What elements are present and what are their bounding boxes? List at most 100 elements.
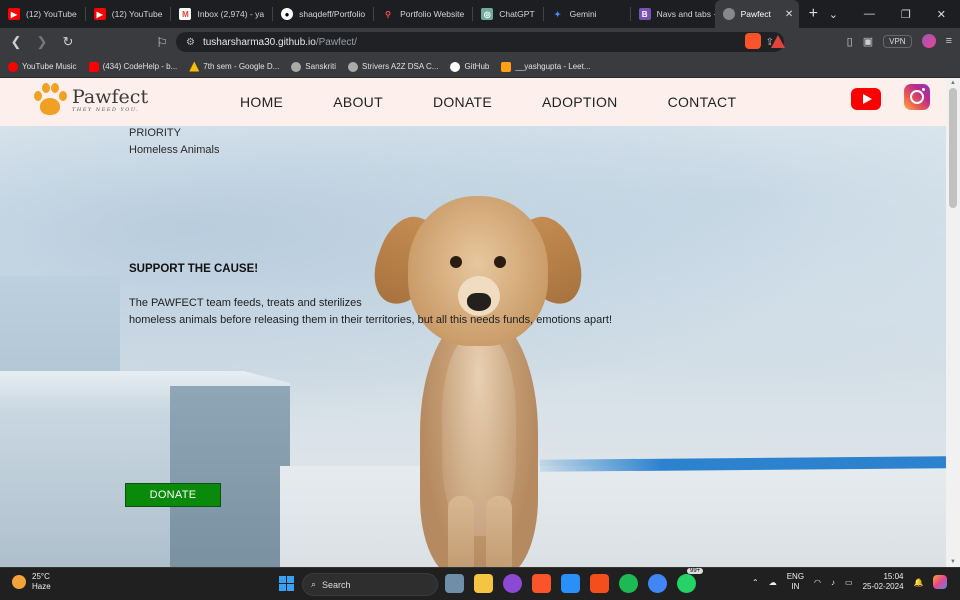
brave-shields-icon[interactable] (745, 33, 761, 49)
clock[interactable]: 15:04 25-02-2024 (863, 572, 904, 592)
stair-step-face (170, 386, 290, 567)
profile-avatar[interactable] (921, 34, 936, 48)
whatsapp-icon[interactable]: 99+ (677, 568, 704, 593)
google-drive-icon (189, 61, 200, 72)
tab-youtube-2[interactable]: ▶ (12) YouTube (86, 0, 171, 28)
bookmark-label: YouTube Music (22, 62, 77, 71)
tab-github[interactable]: ● shaqdeff/Portfolio (273, 0, 373, 28)
priority-label: PRIORITY (129, 127, 181, 139)
puppy-image (364, 196, 592, 567)
tab-label: Gemini (569, 9, 597, 19)
forward-icon[interactable]: ❯ (34, 34, 50, 50)
browser-toolbar: ❮ ❯ ↻ ⚐ ⚙ tusharsharma30.github.io/Pawfe… (0, 28, 960, 56)
logo-tagline: THEY NEED YOU. (72, 107, 140, 113)
puppy-nose (467, 293, 491, 311)
figma-icon[interactable] (590, 574, 609, 593)
tab-portfolio[interactable]: ⚲ Portfolio Website (374, 0, 472, 28)
tab-gmail[interactable]: M Inbox (2,974) - ya (171, 0, 272, 28)
bookmark-label: __yashgupta - Leet... (515, 62, 591, 71)
youtube-icon[interactable] (851, 88, 881, 110)
taskbar-search[interactable]: ⌕ Search (302, 573, 438, 596)
search-label: Search (322, 579, 351, 590)
scroll-up-icon[interactable]: ▲ (950, 80, 956, 86)
volume-icon[interactable]: ♪ (831, 578, 835, 587)
donate-button[interactable]: DONATE (125, 483, 221, 507)
chrome-icon[interactable] (648, 574, 667, 593)
instagram-icon[interactable] (904, 84, 930, 110)
sidebar-icon[interactable]: ▯ (847, 35, 853, 48)
tab-pawfect[interactable]: Pawfect ✕ (714, 0, 799, 28)
puppy-eye (494, 256, 506, 268)
bookmark-strivers[interactable]: Strivers A2Z DSA C... (347, 61, 438, 72)
language-indicator[interactable]: ENG IN (787, 572, 804, 592)
file-explorer-icon[interactable] (474, 574, 493, 593)
bookmark-sanskriti[interactable]: Sanskriti (291, 61, 336, 72)
bookmark-youtube-music[interactable]: YouTube Music (8, 61, 77, 72)
brave-browser-icon[interactable] (532, 574, 551, 593)
weather-condition: Haze (32, 582, 51, 591)
paw-toe (59, 91, 67, 101)
windows-start-icon[interactable] (279, 576, 294, 591)
nav-adoption[interactable]: ADOPTION (542, 94, 618, 110)
youtube-music-icon (8, 61, 18, 72)
bookmark-github[interactable]: GitHub (450, 61, 489, 72)
site-info-icon[interactable]: ⚙ (186, 37, 195, 48)
paw-toe (34, 91, 42, 101)
vscode-icon[interactable] (561, 574, 580, 593)
weather-sun-icon (12, 575, 26, 589)
system-tray: ⌃ ☁ ENG IN ◠ ♪ ▭ 15:04 25-02-2024 🔔 (752, 572, 948, 592)
scrollbar-thumb[interactable] (949, 88, 957, 208)
tab-search-chevron-icon[interactable]: ⌄ (829, 8, 838, 21)
battery-icon[interactable]: ▭ (845, 578, 853, 587)
bootstrap-icon: B (638, 8, 651, 20)
bookmark-icon[interactable]: ⚐ (154, 35, 170, 51)
tab-youtube-1[interactable]: ▶ (12) YouTube (0, 0, 85, 28)
back-icon[interactable]: ❮ (8, 34, 24, 50)
nav-donate[interactable]: DONATE (433, 94, 492, 110)
support-heading: SUPPORT THE CAUSE! (129, 263, 259, 275)
weather-widget[interactable]: 25°C Haze (12, 572, 51, 592)
brave-rewards-icon[interactable] (771, 34, 785, 48)
address-bar[interactable]: ⚙ tusharsharma30.github.io/Pawfect/ ⇪ (176, 32, 784, 52)
close-tab-icon[interactable]: ✕ (777, 9, 793, 20)
tab-navs-and-tabs[interactable]: B Navs and tabs · B (631, 0, 715, 28)
tab-chatgpt[interactable]: ◎ ChatGPT (473, 0, 542, 28)
new-tab-button[interactable]: + (799, 5, 828, 23)
search-icon: ⌕ (311, 579, 317, 589)
bookmarks-bar: YouTube Music (434) CodeHelp - b... 7th … (0, 56, 960, 78)
scroll-down-icon[interactable]: ▼ (950, 559, 956, 565)
bookmark-google-drive[interactable]: 7th sem - Google D... (189, 61, 280, 72)
restore-icon[interactable]: ❐ (901, 8, 911, 21)
tray-chevron-icon[interactable]: ⌃ (752, 578, 759, 587)
nav-home[interactable]: HOME (240, 94, 283, 110)
pawfect-logo[interactable]: Pawfect THEY NEED YOU. (32, 82, 148, 118)
site-navbar: Pawfect THEY NEED YOU. HOME ABOUT DONATE… (0, 78, 946, 126)
wallet-icon[interactable]: ▣ (863, 35, 873, 48)
nav-contact[interactable]: CONTACT (668, 94, 737, 110)
onedrive-icon[interactable]: ☁ (769, 578, 777, 587)
task-view-icon[interactable] (445, 574, 464, 593)
tab-label: Portfolio Website (400, 9, 465, 19)
close-window-icon[interactable]: ✕ (937, 8, 946, 21)
menu-icon[interactable]: ≡ (946, 35, 952, 47)
tab-gemini[interactable]: ✦ Gemini (544, 0, 630, 28)
github-desktop-icon[interactable] (503, 574, 522, 593)
nav-about[interactable]: ABOUT (333, 94, 383, 110)
notifications-icon[interactable]: 🔔 (914, 578, 924, 587)
spotify-icon[interactable] (619, 574, 638, 593)
lang-code: ENG (786, 572, 805, 581)
puppy-leg (486, 496, 512, 567)
bookmark-label: 7th sem - Google D... (203, 62, 280, 71)
hero-description-line: homeless animals before releasing them i… (129, 314, 613, 326)
bookmark-leetcode[interactable]: __yashgupta - Leet... (501, 61, 591, 72)
bookmark-codehelp[interactable]: (434) CodeHelp - b... (88, 61, 177, 72)
wifi-icon[interactable]: ◠ (814, 578, 821, 587)
minimize-icon[interactable]: — (864, 8, 875, 21)
vpn-button[interactable]: VPN (883, 34, 912, 48)
window-controls: ⌄ — ❐ ✕ (829, 8, 960, 21)
gemini-icon: ✦ (554, 9, 561, 19)
reload-icon[interactable]: ↻ (60, 34, 76, 50)
copilot-icon[interactable] (933, 575, 948, 589)
page-scrollbar[interactable]: ▲ ▼ (946, 78, 960, 567)
browser-tab-strip: ▶ (12) YouTube ▶ (12) YouTube M Inbox (2… (0, 0, 960, 28)
